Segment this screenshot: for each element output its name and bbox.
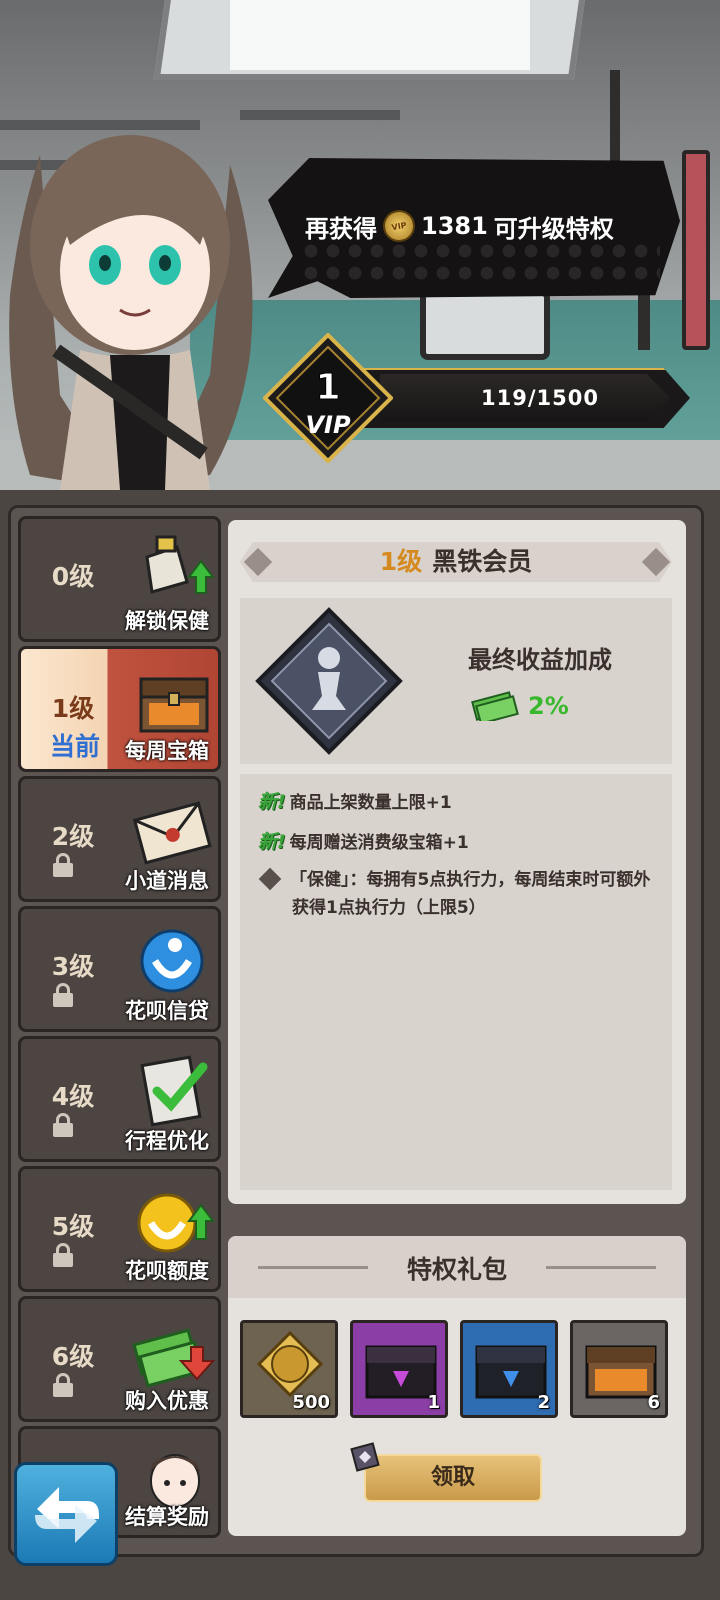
- sidebar-item-level-5[interactable]: 5级 花呗额度: [18, 1166, 221, 1292]
- list-item: 「保健」：每拥有5点执行力，每周结束时可额外获得1点执行力（上限5）: [258, 866, 658, 922]
- new-tag: 新!: [258, 831, 286, 853]
- detail-rank-name: 黑铁会员: [432, 547, 533, 576]
- sidebar-item-level: 6级: [51, 1342, 95, 1371]
- lock-icon: [53, 1113, 73, 1137]
- envelope-icon: [132, 801, 212, 865]
- speech-bubble-pattern: [300, 240, 660, 286]
- lock-icon: [53, 1373, 73, 1397]
- vip-coin-icon: VIP: [380, 207, 418, 245]
- diamond-bullet-icon: [258, 867, 282, 891]
- bonus-row: 2%: [470, 688, 569, 724]
- vip-progress-text: 119/1500: [481, 386, 599, 410]
- treasure-chest-icon: [139, 677, 209, 733]
- lock-icon: [53, 853, 73, 877]
- vip-badge-label: VIP: [305, 411, 351, 439]
- sidebar-item-level-2[interactable]: 2级 小道消息: [18, 776, 221, 902]
- device-decor: [420, 290, 550, 360]
- header-scene: 再获得 VIP 1381 可升级特权 119/1500 1 VIP: [0, 0, 720, 490]
- sidebar-item-label: 行程优化: [125, 1129, 209, 1153]
- upgrade-hint-prefix: 再获得: [305, 214, 377, 243]
- chess-pawn-rank-icon: [255, 607, 403, 755]
- cash-discount-icon: [132, 1328, 216, 1388]
- cash-icon: [471, 691, 519, 721]
- sidebar-item-level-3[interactable]: 3级 花呗信贷: [18, 906, 221, 1032]
- gift-items: 500 1 2 6: [240, 1320, 676, 1418]
- perk-text: 商品上架数量上限+1: [289, 793, 452, 813]
- return-arrow-icon: [35, 1487, 99, 1543]
- perk-text: 「保健」：每拥有5点执行力，每周结束时可额外获得1点执行力（上限5）: [290, 870, 651, 918]
- gift-item-count: 2: [537, 1392, 550, 1413]
- sidebar-item-level-6[interactable]: 6级 购入优惠: [18, 1296, 221, 1422]
- sidebar-item-level: 2级: [51, 822, 95, 851]
- lock-icon: [53, 983, 73, 1007]
- huabei-icon: [140, 929, 204, 993]
- gift-item-count: 6: [647, 1392, 660, 1413]
- sidebar-item-level-4[interactable]: 4级 行程优化: [18, 1036, 221, 1162]
- huabei-upgrade-icon: [137, 1193, 215, 1253]
- sidebar-item-level: 3级: [51, 952, 95, 981]
- sidebar-item-label: 结算奖励: [125, 1505, 209, 1529]
- detail-title: 1级 黑铁会员: [240, 542, 672, 582]
- sidebar-item-label: 花呗额度: [125, 1259, 209, 1283]
- sidebar-item-level: 4级: [51, 1082, 95, 1111]
- upgrade-hint: 再获得 VIP 1381 可升级特权: [305, 206, 665, 246]
- new-tag: 新!: [258, 791, 286, 813]
- sidebar-item-label: 购入优惠: [125, 1389, 209, 1413]
- bonus-box: 最终收益加成 2%: [240, 598, 672, 764]
- gift-item-vip-coin[interactable]: 500: [240, 1320, 338, 1418]
- sidebar-item-level: 5级: [51, 1212, 95, 1241]
- gift-item-purple-chest[interactable]: 1: [350, 1320, 448, 1418]
- character-portrait: [9, 135, 253, 490]
- sidebar-item-label: 每周宝箱: [125, 739, 209, 763]
- privilege-gift-pack: 特权礼包 500 1 2 6 领取: [228, 1236, 686, 1536]
- claim-button[interactable]: 领取: [364, 1454, 542, 1502]
- gift-item-blue-chest[interactable]: 2: [460, 1320, 558, 1418]
- bonus-title: 最终收益加成: [468, 646, 612, 674]
- perk-text: 每周赠送消费级宝箱+1: [289, 833, 469, 853]
- ticket-icon: [350, 1442, 380, 1472]
- back-button[interactable]: [14, 1462, 118, 1566]
- vip-coin-icon: [257, 1331, 323, 1397]
- upgrade-hint-suffix: 可升级特权: [493, 214, 614, 243]
- sidebar-item-label: 解锁保健: [125, 609, 209, 633]
- sidebar-item-level: 0级: [51, 562, 95, 591]
- list-item: 新! 商品上架数量上限+1: [258, 788, 452, 817]
- gift-item-brown-chest[interactable]: 6: [570, 1320, 668, 1418]
- vip-level-badge: 1 VIP: [263, 333, 393, 463]
- clipboard-check-icon: [140, 1055, 208, 1127]
- sidebar-item-level-1[interactable]: 1级 当前 每周宝箱: [18, 646, 221, 772]
- upgrade-hint-amount: 1381: [421, 212, 488, 240]
- sidebar-item-level-0[interactable]: 0级 解锁保健: [18, 516, 221, 642]
- rifle-decor: [682, 150, 710, 350]
- perks-list: 新! 商品上架数量上限+1 新! 每周赠送消费级宝箱+1 「保健」：每拥有5点执行力…: [240, 774, 672, 1190]
- sneaker-upgrade-icon: [145, 535, 215, 594]
- lock-icon: [53, 1243, 73, 1267]
- gift-item-count: 500: [292, 1392, 330, 1413]
- ceiling-light: [230, 0, 530, 70]
- list-item: 新! 每周赠送消费级宝箱+1: [258, 828, 469, 857]
- bonus-value: 2%: [528, 692, 569, 720]
- gift-item-count: 1: [427, 1392, 440, 1413]
- current-level-tag: 当前: [49, 732, 100, 761]
- sidebar-item-label: 小道消息: [125, 869, 209, 893]
- vip-level-number: 1: [315, 367, 340, 408]
- vip-detail-panel: 1级 黑铁会员 最终收益加成 2% 新! 商品上架数量上限+1 新! 每周赠送消费级宝…: [228, 520, 686, 1204]
- sidebar-item-label: 花呗信贷: [125, 999, 209, 1023]
- gift-title: 特权礼包: [406, 1255, 507, 1284]
- sidebar-item-level: 1级: [51, 694, 95, 723]
- detail-level: 1级: [379, 547, 423, 576]
